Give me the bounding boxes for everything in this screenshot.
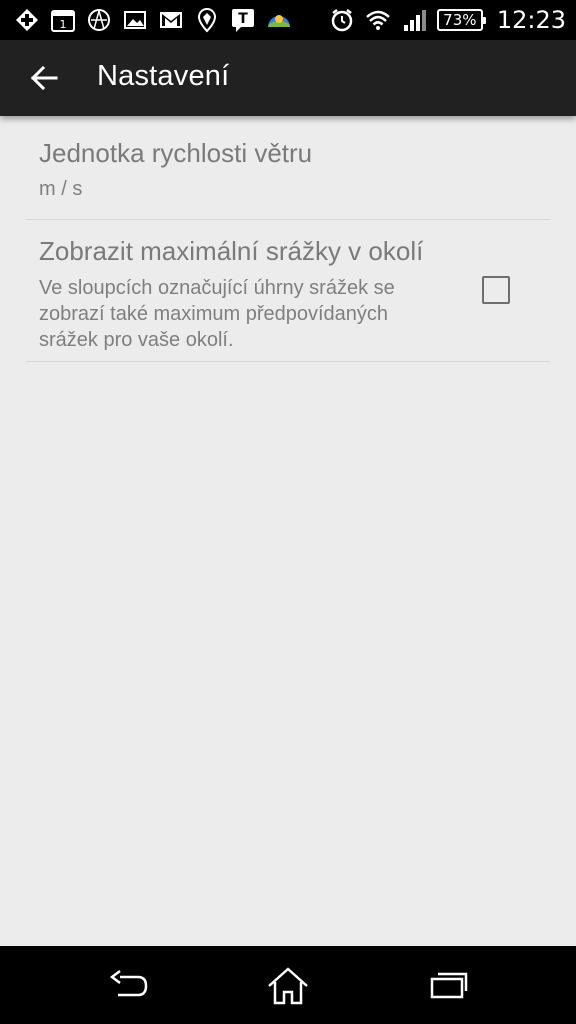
pref-summary: Ve sloupcích označující úhrny srážek se … — [39, 277, 395, 351]
notification-icons: 1 T — [14, 6, 292, 34]
wifi-icon — [365, 10, 390, 30]
text-badge-icon: T — [232, 9, 254, 32]
action-bar: Nastavení — [0, 40, 576, 116]
home-icon — [268, 967, 308, 1005]
pref-wind-speed-unit[interactable]: Jednotka rychlosti větru m / s — [26, 116, 550, 220]
back-button[interactable] — [24, 58, 64, 98]
weather-icon — [268, 15, 290, 27]
nav-back-button[interactable] — [106, 964, 150, 1008]
image-icon — [124, 11, 146, 29]
gmail-icon — [160, 12, 182, 28]
navigation-bar — [0, 946, 576, 1024]
pref-show-max-precipitation[interactable]: Zobrazit maximální srážky v okolí Ve slo… — [26, 220, 550, 362]
signal-icon — [403, 10, 426, 31]
status-right: 73% 12:23 — [329, 6, 566, 34]
settings-list: Jednotka rychlosti větru m / s Zobrazit … — [0, 116, 576, 946]
max-precipitation-checkbox[interactable] — [482, 276, 510, 304]
android-icon — [88, 9, 110, 31]
recent-apps-icon — [430, 972, 468, 999]
status-bar: 1 T 73% 12:23 — [0, 0, 576, 40]
page-title: Nastavení — [97, 60, 230, 92]
nav-recents-button[interactable] — [426, 964, 470, 1008]
pref-title: Zobrazit maximální srážky v okolí — [39, 236, 424, 266]
medical-plus-icon — [16, 9, 38, 31]
calendar-icon: 1 — [51, 10, 75, 32]
nav-back-icon — [109, 970, 148, 997]
alarm-icon — [331, 9, 353, 32]
pref-title: Jednotka rychlosti větru — [39, 138, 313, 168]
status-clock: 12:23 — [496, 6, 566, 34]
nav-home-button[interactable] — [266, 964, 310, 1008]
svg-text:1: 1 — [60, 18, 67, 31]
pref-summary: m / s — [39, 178, 83, 200]
arrow-back-icon — [30, 65, 58, 91]
svg-text:T: T — [238, 11, 248, 27]
battery-indicator: 73% — [436, 9, 486, 31]
maps-icon — [197, 7, 217, 33]
